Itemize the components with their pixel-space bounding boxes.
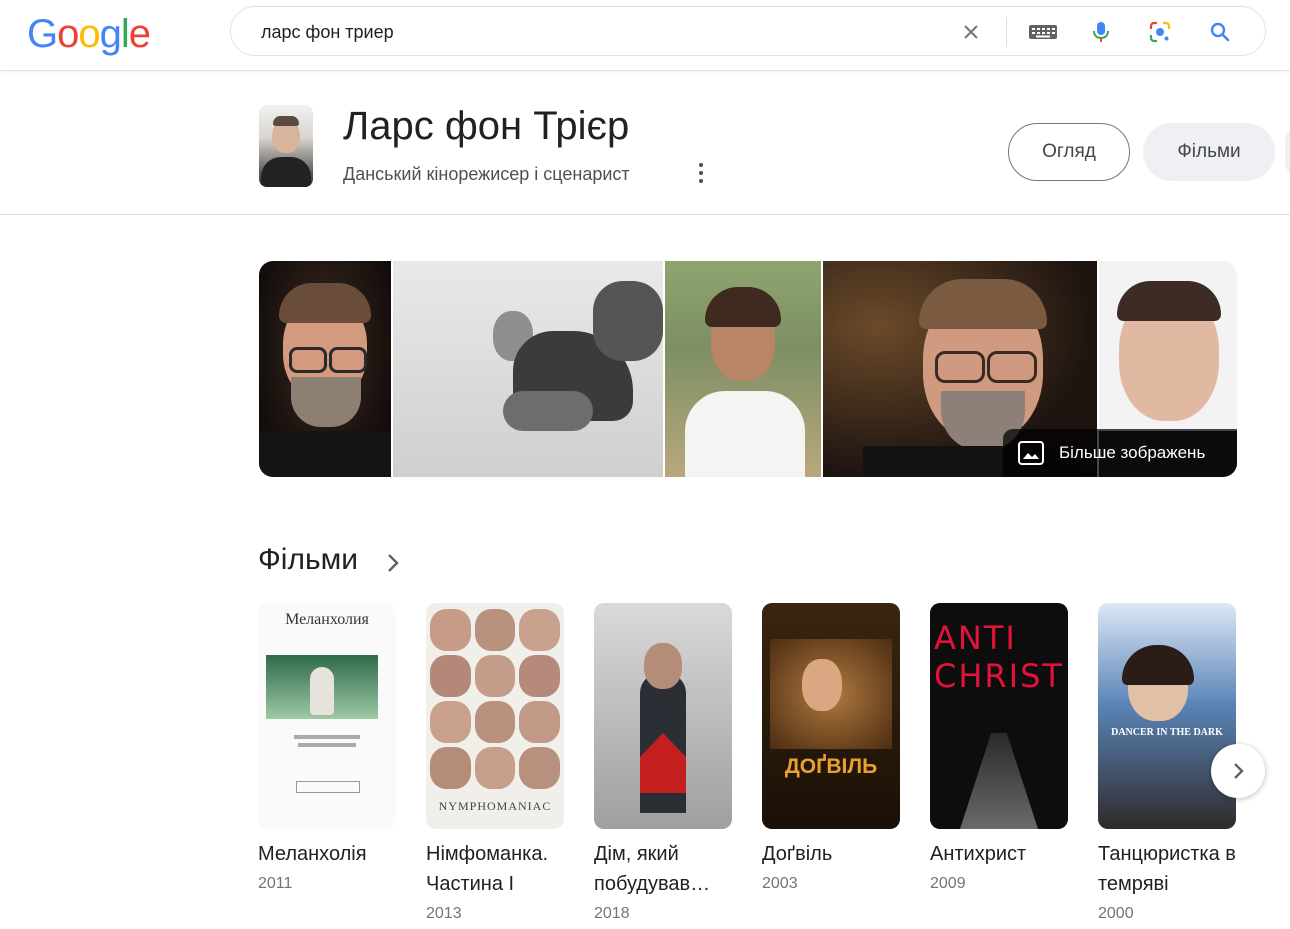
film-name: Доґвіль <box>762 843 833 865</box>
microphone-icon[interactable] <box>1089 20 1113 44</box>
film-poster[interactable]: ANTI CHRIST <box>930 603 1068 829</box>
film-card[interactable]: DANCER IN THE DARK Танцюристка в темряві… <box>1098 603 1236 922</box>
film-name: Німфоманка. Частина I <box>426 843 549 895</box>
film-poster[interactable]: Меланхолия <box>258 603 396 829</box>
poster-text: ДОҐВІЛЬ <box>784 755 878 778</box>
film-title: Танцюристка в темряві 2000 <box>1098 839 1238 929</box>
logo-letter: l <box>120 12 130 56</box>
tab-overview[interactable]: Огляд <box>1008 123 1130 181</box>
film-poster[interactable]: NYMPHOMANIAC <box>426 603 564 829</box>
film-title: Меланхолія 2011 <box>258 839 398 899</box>
poster-text: Меланхолия <box>285 611 369 628</box>
film-name: Дім, який побудував… <box>594 843 711 895</box>
entity-thumbnail[interactable] <box>259 105 313 187</box>
search-input[interactable]: ларс фон триер <box>261 22 394 43</box>
film-card[interactable]: ДОҐВІЛЬ Доґвіль 2003 <box>762 603 900 892</box>
image-strip: Більше зображень <box>259 261 1237 477</box>
film-poster[interactable]: ДОҐВІЛЬ <box>762 603 900 829</box>
film-year: 2000 <box>1098 905 1134 922</box>
person-image[interactable] <box>665 261 821 477</box>
film-name: Меланхолія <box>258 843 367 865</box>
more-images-button[interactable]: Більше зображень <box>1003 429 1237 477</box>
film-year: 2013 <box>426 905 462 922</box>
poster-text: ANTI CHRIST <box>934 619 1064 695</box>
entity-title: Ларс фон Трієр <box>343 104 630 148</box>
image-icon <box>1018 441 1044 465</box>
entity-header: Ларс фон Трієр Данський кінорежисер і сц… <box>0 71 1290 215</box>
film-card[interactable]: Меланхолия Меланхолія 2011 <box>258 603 396 892</box>
film-poster[interactable] <box>594 603 732 829</box>
google-lens-icon[interactable] <box>1148 20 1172 44</box>
top-bar: Google ларс фон триер <box>0 0 1290 71</box>
logo-letter: o <box>57 12 79 56</box>
film-year: 2018 <box>594 905 630 922</box>
film-title: Антихрист 2009 <box>930 839 1070 899</box>
film-poster[interactable]: DANCER IN THE DARK <box>1098 603 1236 829</box>
tab-films[interactable]: Фільми <box>1143 123 1275 181</box>
logo-letter: e <box>128 12 151 56</box>
google-logo[interactable]: Google <box>27 12 151 57</box>
film-year: 2011 <box>258 875 293 892</box>
film-name: Антихрист <box>930 843 1027 865</box>
film-title: Дім, який побудував… 2018 <box>594 839 734 929</box>
person-image[interactable] <box>259 261 391 477</box>
tab-more-partial[interactable] <box>1285 123 1290 181</box>
carousel-next-button[interactable] <box>1211 744 1265 798</box>
poster-text: DANCER IN THE DARK <box>1111 727 1223 738</box>
search-box[interactable]: ларс фон триер <box>230 6 1266 56</box>
film-card[interactable]: ANTI CHRIST Антихрист 2009 <box>930 603 1068 892</box>
entity-subtitle: Данський кінорежисер і сценарист <box>343 164 630 184</box>
search-icon[interactable] <box>1208 20 1232 44</box>
search-divider <box>1006 17 1007 47</box>
clear-icon[interactable] <box>959 20 983 44</box>
more-options-icon[interactable] <box>696 163 706 185</box>
chevron-right-icon <box>1234 763 1244 779</box>
film-title: Німфоманка. Частина I 2013 <box>426 839 566 929</box>
film-card[interactable]: Дім, який побудував… 2018 <box>594 603 732 922</box>
logo-letter: o <box>78 12 100 56</box>
films-section-title[interactable]: Фільми <box>258 543 358 577</box>
keyboard-icon[interactable] <box>1028 20 1058 44</box>
chevron-right-icon[interactable] <box>384 551 402 575</box>
poster-text: NYMPHOMANIAC <box>438 799 552 813</box>
logo-letter: G <box>27 12 58 56</box>
film-card[interactable]: NYMPHOMANIAC Німфоманка. Частина I 2013 <box>426 603 564 922</box>
logo-letter: g <box>99 12 122 56</box>
film-name: Танцюристка в темряві <box>1098 843 1236 895</box>
more-images-label: Більше зображень <box>1059 443 1206 462</box>
person-image[interactable] <box>393 261 663 477</box>
film-year: 2009 <box>930 875 966 892</box>
film-year: 2003 <box>762 875 798 892</box>
film-title: Доґвіль 2003 <box>762 839 902 899</box>
